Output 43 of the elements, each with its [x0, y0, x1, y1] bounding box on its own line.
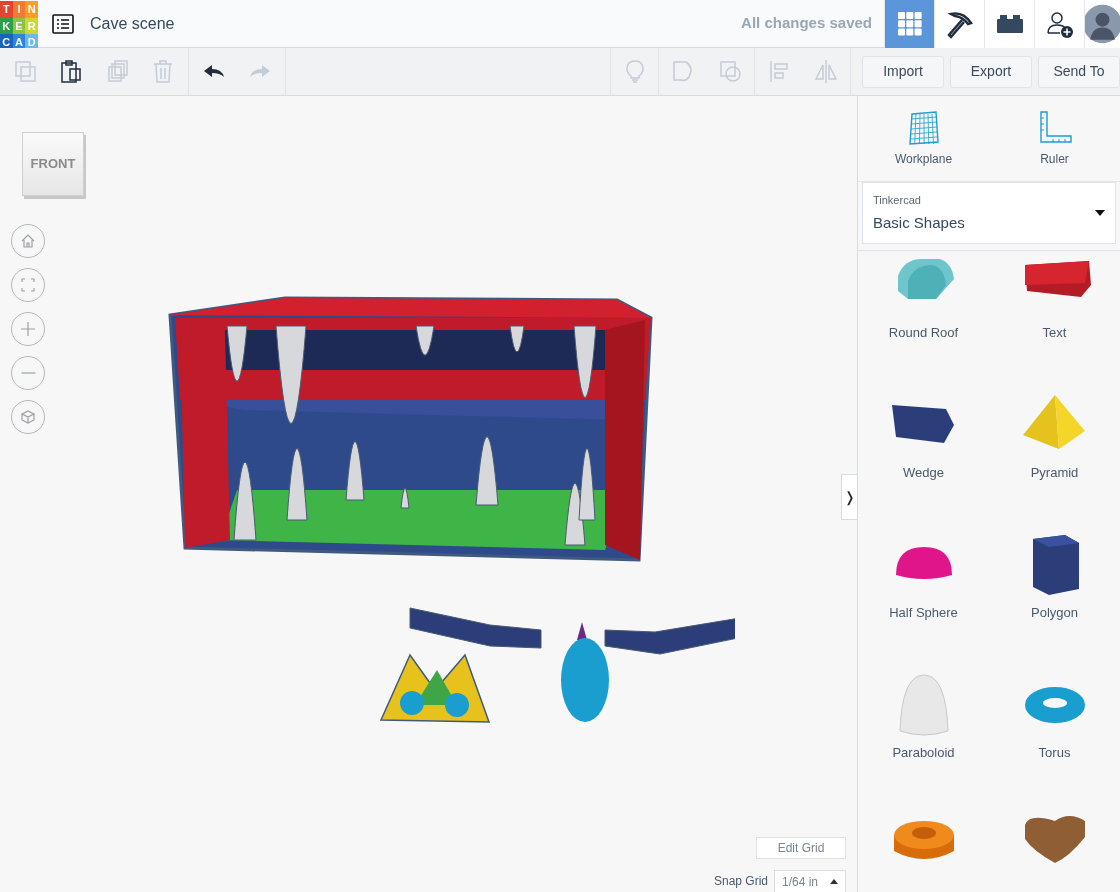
halfsphere-shape-tile[interactable]: Half Sphere [858, 531, 989, 671]
invite-view-button[interactable] [1034, 0, 1084, 48]
ungroup-icon [718, 59, 742, 84]
save-status: All changes saved [741, 13, 872, 34]
export-button[interactable]: Export [950, 55, 1032, 88]
copy-icon [13, 59, 37, 84]
clipboard-icon [59, 59, 83, 84]
polygon-shape-tile[interactable]: Polygon [989, 531, 1120, 671]
workplane-tool[interactable]: Workplane [858, 96, 989, 181]
send-to-button[interactable]: Send To [1038, 55, 1120, 88]
pyramid-shape-tile[interactable]: Pyramid [989, 391, 1120, 531]
collapse-panel-button[interactable]: ❭ [841, 474, 857, 520]
paraboloid-shape-tile[interactable]: Paraboloid [858, 671, 989, 811]
torus-shape-tile[interactable]: Torus [989, 671, 1120, 811]
tinkercad-logo[interactable]: T I N K E R C A D [0, 1, 38, 46]
dropdown-caret-icon [1095, 210, 1105, 216]
fit-view-button[interactable] [11, 268, 45, 302]
duplicate-icon [105, 59, 129, 84]
perspective-button[interactable] [11, 400, 45, 434]
ruler-tool[interactable]: Ruler [989, 96, 1120, 181]
group-icon [670, 59, 695, 84]
text-shape-tile[interactable]: Text [989, 251, 1120, 391]
snap-grid-label: Snap Grid [713, 873, 768, 890]
brick-icon [995, 12, 1024, 35]
zoom-in-button[interactable] [11, 312, 45, 346]
pickaxe-view-button[interactable] [934, 0, 984, 48]
zoom-out-button[interactable] [11, 356, 45, 390]
trash-icon [151, 59, 175, 84]
minus-icon [20, 372, 36, 374]
menu-list-icon[interactable] [52, 13, 74, 34]
grid-icon [896, 10, 923, 37]
import-button[interactable]: Import [862, 55, 944, 88]
profile-button[interactable] [1084, 0, 1120, 48]
edit-grid-button[interactable]: Edit Grid [756, 837, 846, 859]
mirror-icon [814, 59, 838, 84]
shape-library-dropdown[interactable]: Tinkercad Basic Shapes [862, 182, 1116, 244]
home-button[interactable] [11, 224, 45, 258]
brick-view-button[interactable] [984, 0, 1034, 48]
design-title[interactable]: Cave scene [90, 11, 175, 36]
caret-up-icon [830, 879, 838, 884]
snap-grid-dropdown[interactable]: 1/64 in [774, 870, 846, 892]
wedge-shape-tile[interactable]: Wedge [858, 391, 989, 531]
roof-shape-tile[interactable]: Round Roof [858, 251, 989, 391]
